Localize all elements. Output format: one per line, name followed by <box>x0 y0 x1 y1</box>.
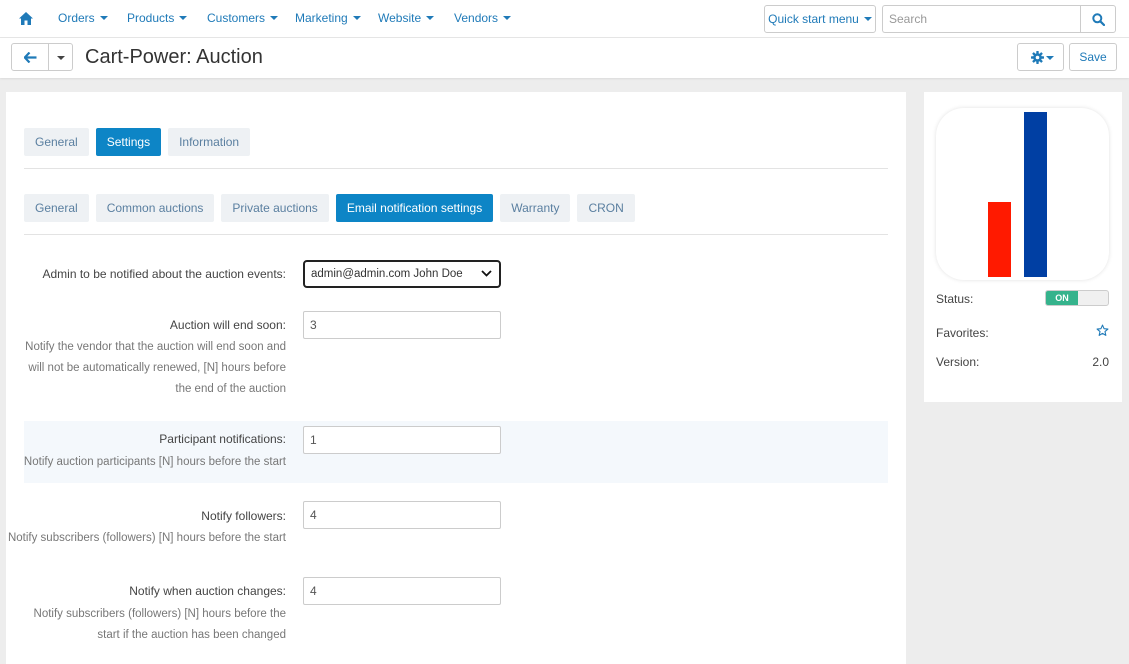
main-tabs: General Settings Information <box>24 128 251 156</box>
subtab-email-notification-settings[interactable]: Email notification settings <box>335 194 494 222</box>
followers-label: Notify followers: <box>201 509 286 523</box>
search-input[interactable] <box>882 5 1081 33</box>
page-title: Cart-Power: Auction <box>85 46 263 68</box>
version-value: 2.0 <box>1092 355 1109 369</box>
participant-input[interactable] <box>303 426 501 454</box>
nav-marketing[interactable]: Marketing <box>295 11 361 25</box>
page-header: Cart-Power: Auction Save <box>0 38 1129 78</box>
back-button[interactable] <box>11 43 49 71</box>
caret-down-icon <box>99 16 108 20</box>
caret-down-icon <box>1046 56 1054 60</box>
sub-tabs: General Common auctions Private auctions… <box>24 194 635 222</box>
subtab-common-auctions[interactable]: Common auctions <box>95 194 215 222</box>
caret-down-icon <box>57 56 65 60</box>
settings-dropdown-button[interactable] <box>1017 43 1064 71</box>
admin-select[interactable]: admin@admin.com John Doe <box>303 260 501 288</box>
tab-general[interactable]: General <box>24 128 89 156</box>
star-icon[interactable] <box>1096 324 1109 337</box>
participant-hint: Notify auction participants [N] hours be… <box>23 456 286 468</box>
admin-field-row: Admin to be notified about the auction e… <box>24 260 888 290</box>
end-soon-input[interactable] <box>303 311 501 339</box>
subtab-cron[interactable]: CRON <box>577 194 635 222</box>
followers-hint: Notify subscribers (followers) [N] hours… <box>7 532 286 544</box>
caret-down-icon <box>426 16 435 20</box>
end-soon-label: Auction will end soon: <box>169 318 286 332</box>
divider <box>24 234 888 235</box>
participant-field-row: Participant notifications: Notify auctio… <box>24 421 888 483</box>
changes-input[interactable] <box>303 577 501 605</box>
subtab-warranty[interactable]: Warranty <box>500 194 571 222</box>
caret-down-icon <box>270 16 279 20</box>
search-icon <box>1092 13 1105 26</box>
top-navbar: Orders Products Customers Marketing Webs… <box>0 0 1129 38</box>
subtab-private-auctions[interactable]: Private auctions <box>221 194 329 222</box>
status-label: Status: <box>936 292 974 306</box>
tab-settings[interactable]: Settings <box>95 128 162 156</box>
divider <box>24 168 888 169</box>
save-button[interactable]: Save <box>1069 43 1117 71</box>
favorites-label: Favorites: <box>936 326 989 340</box>
followers-input[interactable] <box>303 501 501 529</box>
caret-down-icon <box>863 17 872 21</box>
status-toggle[interactable]: ON <box>1045 290 1109 306</box>
chevron-down-icon <box>481 270 492 277</box>
quick-start-menu-button[interactable]: Quick start menu <box>764 5 876 33</box>
nav-website[interactable]: Website <box>378 11 435 25</box>
addon-info-panel: Status: ON Favorites: Version: 2.0 <box>924 92 1122 402</box>
status-on-indicator: ON <box>1046 291 1078 305</box>
bar-chart-logo-icon <box>988 112 1047 277</box>
home-icon[interactable] <box>19 12 33 25</box>
caret-down-icon <box>503 16 512 20</box>
end-soon-hint: Notify the vendor that the auction will … <box>25 341 286 395</box>
followers-field-row: Notify followers: Notify subscribers (fo… <box>8 501 888 551</box>
tab-information[interactable]: Information <box>168 128 251 156</box>
participant-label: Participant notifications: <box>159 432 286 446</box>
main-panel: General Settings Information General Com… <box>6 92 906 664</box>
changes-label: Notify when auction changes: <box>129 584 286 598</box>
changes-field-row: Notify when auction changes: Notify subs… <box>24 577 888 647</box>
back-dropdown-button[interactable] <box>48 43 73 71</box>
nav-orders[interactable]: Orders <box>58 11 108 25</box>
caret-down-icon <box>179 16 188 20</box>
changes-hint: Notify subscribers (followers) [N] hours… <box>33 608 286 641</box>
search-button[interactable] <box>1080 5 1116 33</box>
nav-products[interactable]: Products <box>127 11 188 25</box>
admin-select-value: admin@admin.com John Doe <box>311 268 463 280</box>
version-label: Version: <box>936 355 980 369</box>
caret-down-icon <box>352 16 361 20</box>
admin-label: Admin to be notified about the auction e… <box>42 267 287 281</box>
nav-vendors[interactable]: Vendors <box>454 11 512 25</box>
addon-logo <box>936 108 1109 280</box>
subtab-general[interactable]: General <box>24 194 89 222</box>
end-soon-field-row: Auction will end soon: Notify the vendor… <box>24 311 888 401</box>
gear-icon <box>1031 51 1044 64</box>
nav-customers[interactable]: Customers <box>207 11 279 25</box>
arrow-left-icon <box>24 52 37 63</box>
